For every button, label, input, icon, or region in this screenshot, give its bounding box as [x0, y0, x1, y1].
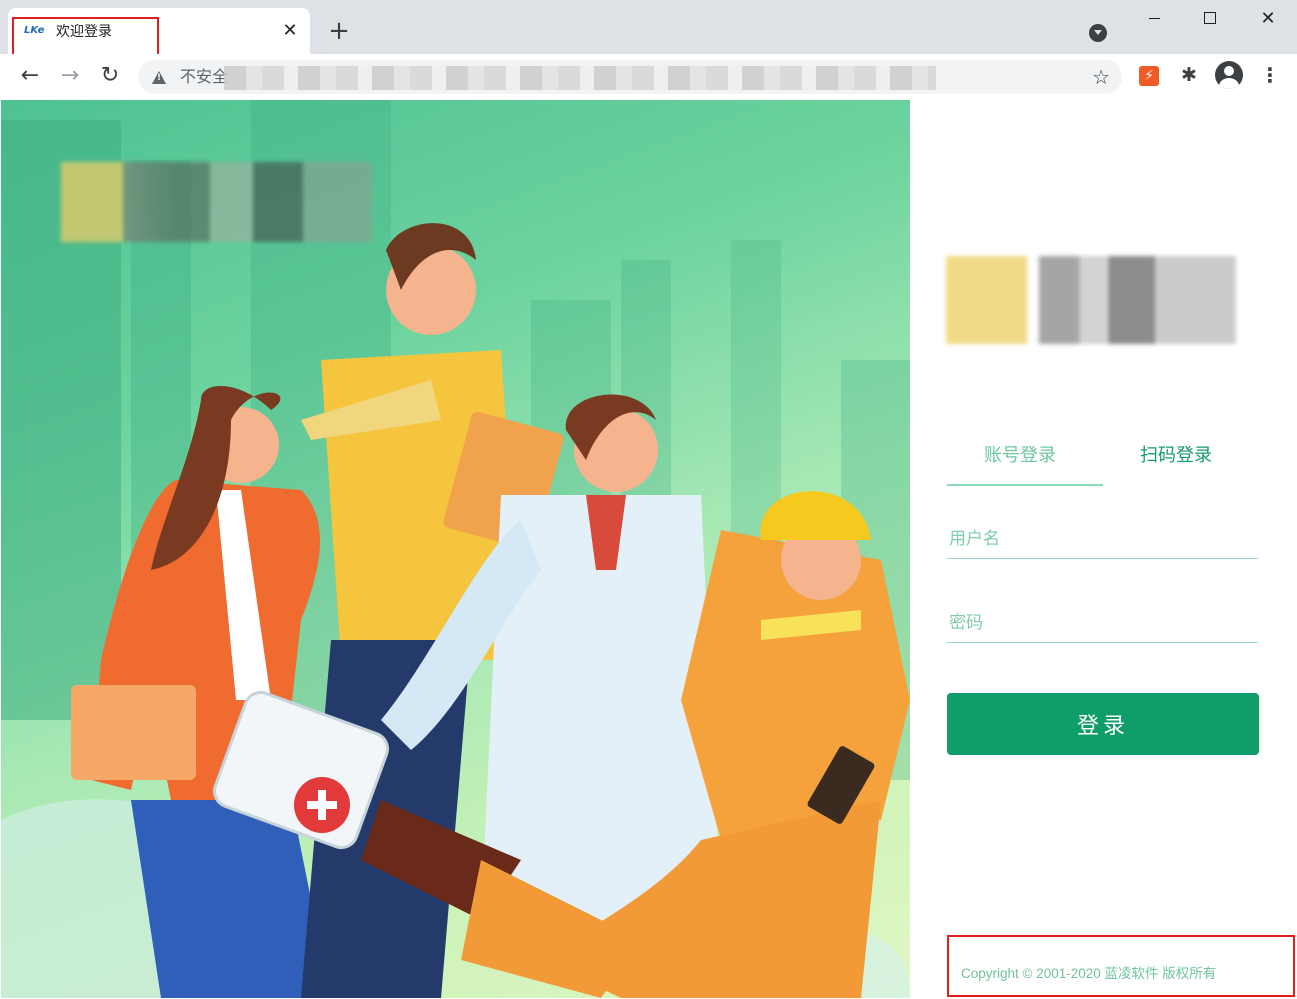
username-field[interactable]: [947, 518, 1262, 560]
tab-search-icon[interactable]: [1089, 24, 1107, 42]
login-panel: 账号登录 扫码登录 登录 Copyright © 2001-2020 蓝凌软件 …: [910, 100, 1297, 999]
site-favicon-icon: LKe: [24, 25, 45, 36]
star-icon[interactable]: ☆: [1092, 66, 1110, 88]
company-logo-image: [946, 256, 1236, 344]
copyright-text: Copyright © 2001-2020 蓝凌软件 版权所有: [961, 966, 1217, 981]
menu-icon[interactable]: ⋮: [1260, 63, 1280, 87]
tab-account-login[interactable]: 账号登录: [984, 441, 1056, 471]
extension-icon[interactable]: ⚡: [1139, 66, 1159, 86]
maximize-button[interactable]: [1182, 0, 1240, 36]
tab-title: 欢迎登录: [56, 24, 112, 40]
active-tab-indicator: [947, 484, 1103, 486]
minimize-button[interactable]: [1126, 0, 1184, 36]
password-input[interactable]: [947, 602, 1262, 644]
profile-icon[interactable]: [1215, 61, 1243, 89]
url-text[interactable]: [224, 66, 936, 90]
close-tab-icon[interactable]: ✕: [280, 21, 300, 41]
window-close-button[interactable]: ✕: [1239, 0, 1297, 36]
not-secure-warning-icon[interactable]: [152, 71, 166, 84]
new-tab-button[interactable]: +: [326, 18, 352, 44]
back-icon[interactable]: ←: [16, 62, 44, 90]
reload-icon[interactable]: ↻: [96, 62, 124, 90]
browser-tab[interactable]: LKe 欢迎登录 ✕: [8, 8, 310, 54]
forward-icon[interactable]: →: [56, 62, 84, 90]
login-button[interactable]: 登录: [947, 693, 1259, 755]
password-field[interactable]: [947, 602, 1262, 644]
security-label: 不安全: [180, 67, 229, 86]
puzzle-icon[interactable]: ✱: [1178, 64, 1200, 86]
hero-illustration: [1, 100, 910, 998]
browser-toolbar: ← → ↻ 不安全 ☆: [0, 54, 1297, 101]
tab-qr-login[interactable]: 扫码登录: [1140, 441, 1212, 471]
people-illustration: [1, 223, 910, 998]
address-bar[interactable]: 不安全 ☆: [138, 60, 1122, 94]
browser-tabstrip: LKe 欢迎登录 ✕ + ✕: [0, 0, 1297, 54]
username-input[interactable]: [947, 518, 1262, 560]
